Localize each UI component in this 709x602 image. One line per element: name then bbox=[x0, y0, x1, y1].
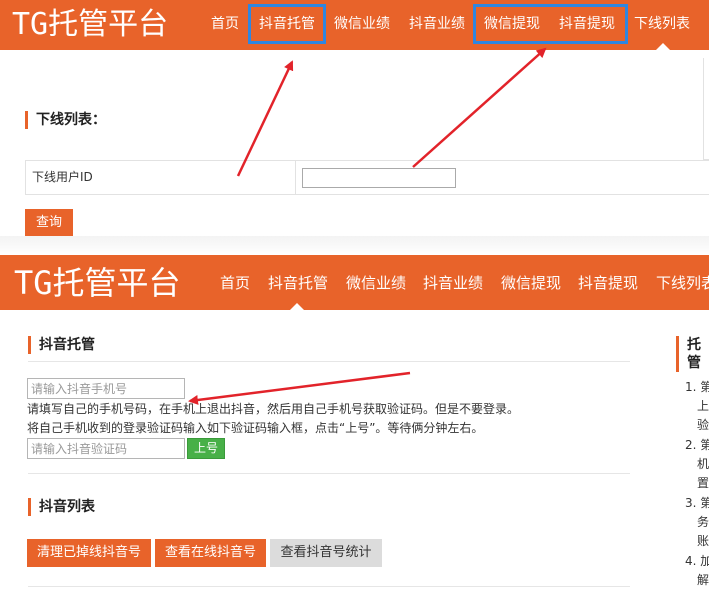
instruction-text-1: 请填写自己的手机号码，在手机上退出抖音，然后用自己手机号获取验证码。但是不要登录… bbox=[27, 402, 520, 416]
nav2-douyin-performance[interactable]: 抖音业绩 bbox=[423, 255, 483, 310]
nav-douyin-manage[interactable]: 抖音托管 bbox=[259, 0, 315, 50]
active-tab-caret bbox=[656, 43, 670, 50]
nav2-wechat-performance[interactable]: 微信业绩 bbox=[346, 255, 406, 310]
second-nav-bar: TG托管平台 首页 抖音托管 微信业绩 抖音业绩 微信提现 抖音提现 下线列表 bbox=[0, 255, 709, 310]
nav-wechat-performance[interactable]: 微信业绩 bbox=[334, 0, 390, 50]
side-item: 上 bbox=[697, 399, 709, 413]
query-button[interactable]: 查询 bbox=[25, 209, 73, 236]
arrow-to-douyin-manage bbox=[236, 60, 294, 177]
nav2-douyin-manage[interactable]: 抖音托管 bbox=[268, 255, 328, 310]
side-item: 务 bbox=[697, 515, 709, 529]
nav-home[interactable]: 首页 bbox=[211, 0, 239, 50]
nav-douyin-withdraw[interactable]: 抖音提现 bbox=[559, 0, 615, 50]
side-item: 解 bbox=[697, 573, 709, 587]
brand-logo-2[interactable]: TG托管平台 bbox=[14, 263, 181, 303]
section-divider-1 bbox=[28, 361, 630, 362]
douyin-code-input[interactable] bbox=[27, 438, 185, 459]
active-tab-caret-2 bbox=[290, 303, 304, 310]
nav2-douyin-withdraw[interactable]: 抖音提现 bbox=[578, 255, 638, 310]
nav-wechat-withdraw[interactable]: 微信提现 bbox=[484, 0, 540, 50]
downline-user-id-label: 下线用户ID bbox=[26, 161, 296, 194]
nav2-wechat-withdraw[interactable]: 微信提现 bbox=[501, 255, 561, 310]
top-nav-bar: TG托管平台 首页 抖音托管 微信业绩 抖音业绩 微信提现 抖音提现 下线列表 bbox=[0, 0, 709, 50]
side-item: 4. 加 bbox=[685, 554, 709, 568]
side-item: 账 bbox=[697, 534, 709, 548]
downline-section-title: 下线列表： bbox=[25, 111, 106, 129]
view-stats-button[interactable]: 查看抖音号统计 bbox=[270, 539, 382, 567]
nav2-home[interactable]: 首页 bbox=[220, 255, 250, 310]
side-item: 2. 第 bbox=[685, 438, 709, 452]
arrow-to-withdraw-tabs bbox=[412, 47, 547, 168]
side-panel-edge bbox=[703, 58, 709, 160]
side-item: 3. 第 bbox=[685, 496, 709, 510]
side-item: 1. 第 bbox=[685, 380, 709, 394]
view-online-button[interactable]: 查看在线抖音号 bbox=[155, 539, 266, 567]
douyin-phone-input[interactable] bbox=[27, 378, 185, 399]
downline-search-form: 下线用户ID bbox=[25, 160, 709, 195]
brand-logo[interactable]: TG托管平台 bbox=[12, 6, 168, 44]
instruction-text-2: 将自己手机收到的登录验证码输入如下验证码输入框，点击“上号”。等待俩分钟左右。 bbox=[27, 421, 484, 435]
clean-offline-button[interactable]: 清理已掉线抖音号 bbox=[27, 539, 151, 567]
section-divider-3 bbox=[28, 586, 630, 587]
douyin-manage-section-title: 抖音托管 bbox=[28, 336, 95, 354]
side-item: 机 bbox=[697, 457, 709, 471]
douyin-list-section-title: 抖音列表 bbox=[28, 498, 95, 516]
screenshot-divider bbox=[0, 236, 709, 255]
section-divider-2 bbox=[28, 473, 630, 474]
side-panel-title: 托管 bbox=[676, 336, 709, 372]
downline-user-id-input[interactable] bbox=[302, 168, 456, 188]
side-item: 置 bbox=[697, 476, 709, 490]
nav-douyin-performance[interactable]: 抖音业绩 bbox=[409, 0, 465, 50]
submit-account-button[interactable]: 上号 bbox=[187, 438, 225, 459]
nav2-downline-list[interactable]: 下线列表 bbox=[656, 255, 709, 310]
side-item: 验 bbox=[697, 418, 709, 432]
arrow-to-phone-input bbox=[188, 371, 411, 405]
